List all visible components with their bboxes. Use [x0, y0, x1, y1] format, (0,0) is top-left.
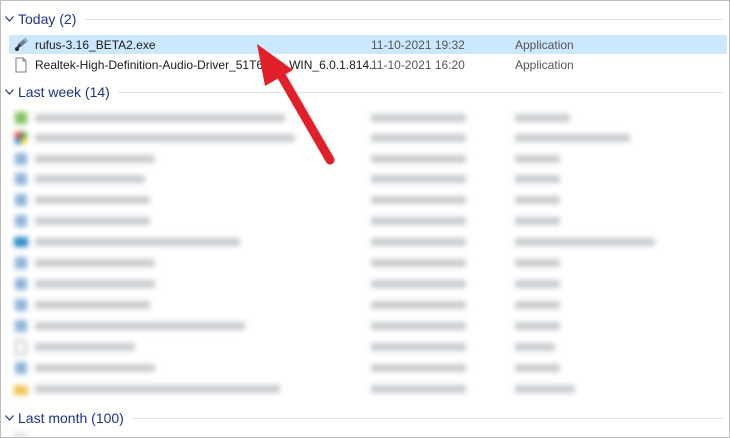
file-row-realtek[interactable]: Realtek-High-Definition-Audio-Driver_51T…	[9, 55, 727, 74]
image-file-icon	[13, 213, 29, 229]
file-type: Application	[515, 37, 574, 52]
file-row-blurred[interactable]	[9, 108, 727, 127]
browser-file-icon	[13, 130, 29, 146]
generic-file-icon	[13, 433, 29, 437]
file-row-blurred[interactable]	[9, 431, 727, 437]
rufus-app-icon	[13, 37, 29, 53]
image-file-icon	[13, 110, 29, 126]
image-file-icon	[13, 297, 29, 313]
chevron-down-icon[interactable]	[5, 88, 14, 97]
file-name[interactable]: rufus-3.16_BETA2.exe	[35, 38, 375, 52]
file-row-blurred[interactable]	[9, 149, 727, 168]
file-row-blurred[interactable]	[9, 316, 727, 335]
file-row-blurred[interactable]	[9, 337, 727, 356]
group-header-today[interactable]: Today (2)	[1, 8, 729, 30]
file-row-blurred[interactable]	[9, 379, 727, 398]
group-header-last-month[interactable]: Last month (100)	[1, 407, 729, 429]
image-file-icon	[13, 360, 29, 376]
chevron-down-icon[interactable]	[5, 414, 14, 423]
image-file-icon	[13, 255, 29, 271]
image-file-icon	[13, 151, 29, 167]
group-divider	[131, 417, 723, 419]
image-file-icon	[13, 192, 29, 208]
file-name[interactable]: Realtek-High-Definition-Audio-Driver_51T…	[35, 58, 375, 72]
installer-file-icon	[13, 234, 29, 250]
file-row-blurred[interactable]	[9, 211, 727, 230]
file-row-blurred[interactable]	[9, 253, 727, 272]
file-row-rufus[interactable]: rufus-3.16_BETA2.exe 11-10-2021 19:32 Ap…	[9, 35, 727, 54]
file-row-blurred[interactable]	[9, 232, 727, 251]
file-row-blurred[interactable]	[9, 169, 727, 188]
file-row-blurred[interactable]	[9, 274, 727, 293]
image-file-icon	[13, 171, 29, 187]
generic-file-icon	[13, 339, 29, 355]
file-row-blurred[interactable]	[9, 128, 727, 147]
group-divider	[84, 18, 723, 20]
generic-file-icon	[13, 57, 29, 73]
file-row-blurred[interactable]	[9, 358, 727, 377]
image-file-icon	[13, 276, 29, 292]
file-name-end: WIN_6.0.1.814...	[289, 57, 375, 72]
group-title-last-week: Last week (14)	[18, 84, 110, 100]
chevron-down-icon[interactable]	[5, 15, 14, 24]
group-divider	[117, 91, 723, 93]
folder-icon	[13, 381, 29, 397]
file-explorer-list: Today (2) rufus-3.16_BETA2.exe 11-10-202…	[0, 0, 730, 438]
file-date: 11-10-2021 16:20	[371, 57, 465, 72]
file-name-start: Realtek-High-Definition-Audio-Driver_51T…	[35, 57, 264, 72]
file-row-blurred[interactable]	[9, 190, 727, 209]
file-row-blurred[interactable]	[9, 295, 727, 314]
file-type: Application	[515, 57, 574, 72]
group-title-today: Today (2)	[18, 11, 77, 27]
group-title-last-month: Last month (100)	[18, 410, 124, 426]
group-header-last-week[interactable]: Last week (14)	[1, 81, 729, 103]
image-file-icon	[13, 318, 29, 334]
file-date: 11-10-2021 19:32	[371, 37, 465, 52]
